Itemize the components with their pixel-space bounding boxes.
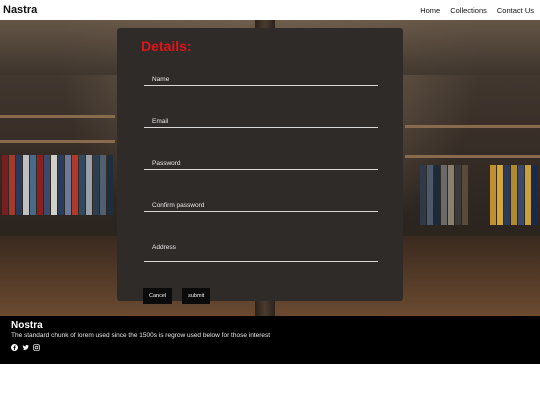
confirm-password-input-underline — [144, 211, 378, 212]
name-label: Name — [152, 76, 170, 83]
navbar: Nastra Home Collections Contact Us — [0, 0, 540, 20]
email-field[interactable]: Email — [144, 112, 378, 154]
nav-link-collections[interactable]: Collections — [450, 6, 487, 15]
instagram-icon[interactable] — [33, 344, 40, 351]
password-label: Password — [152, 160, 181, 167]
confirm-password-field[interactable]: Confirm password — [144, 196, 378, 238]
cancel-button[interactable]: Cancel — [143, 288, 173, 304]
shelf — [405, 125, 540, 128]
password-input-underline — [144, 169, 378, 170]
email-input-underline — [144, 127, 378, 128]
shelf — [405, 155, 540, 158]
nav-links: Home Collections Contact Us — [420, 6, 534, 15]
address-label: Address — [152, 244, 176, 251]
email-label: Email — [152, 118, 169, 125]
shelf — [0, 140, 115, 143]
clothing-rack — [0, 155, 115, 215]
footer-title: Nostra — [11, 320, 43, 331]
password-field[interactable]: Password — [144, 154, 378, 196]
form-buttons: Cancel submit — [143, 288, 379, 304]
brand-logo[interactable]: Nastra — [3, 4, 37, 16]
address-field[interactable]: Address — [144, 238, 378, 288]
footer-description: The standard chunk of lorem used since t… — [11, 332, 271, 339]
details-form: Details: Name Email Password Confirm pas… — [117, 28, 403, 304]
shelf — [0, 115, 115, 118]
name-input-underline — [144, 85, 378, 86]
clothing-rack — [420, 165, 540, 225]
form-title: Details: — [141, 38, 192, 54]
nav-link-contact[interactable]: Contact Us — [497, 6, 534, 15]
confirm-password-label: Confirm password — [152, 202, 205, 209]
twitter-icon[interactable] — [22, 344, 29, 351]
footer: Nostra The standard chunk of lorem used … — [0, 316, 540, 364]
submit-button[interactable]: submit — [182, 288, 211, 304]
social-links — [11, 344, 529, 351]
nav-link-home[interactable]: Home — [420, 6, 440, 15]
address-input-underline — [144, 261, 378, 262]
facebook-icon[interactable] — [11, 344, 18, 351]
name-field[interactable]: Name — [144, 70, 378, 112]
